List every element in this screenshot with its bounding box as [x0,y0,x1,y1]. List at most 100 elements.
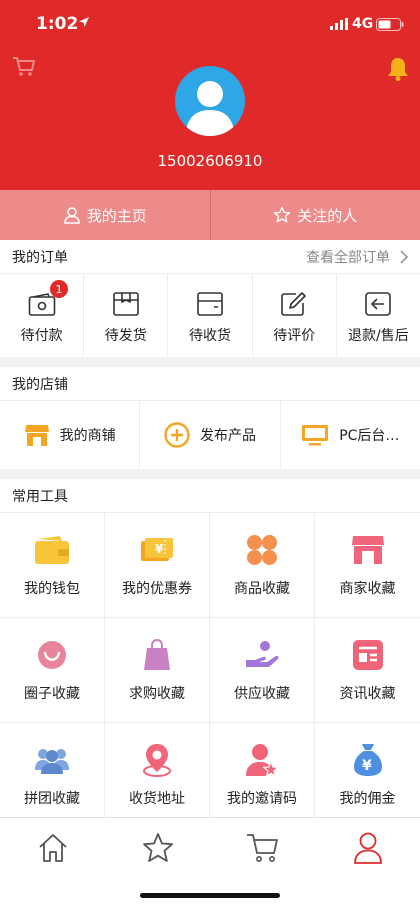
star-outline-icon [274,206,291,223]
storefront-icon [24,425,49,446]
tool-label: 供应收藏 [234,686,290,702]
shop-header: 我的店铺 [0,367,420,401]
order-label: 退款/售后 [348,327,409,344]
clover-icon [247,535,277,565]
tool-label: 收货地址 [129,791,185,807]
cart-icon [246,834,278,862]
default-avatar-icon [185,81,235,136]
tab-my-homepage[interactable]: 我的主页 [0,190,211,240]
section-title: 我的店铺 [12,376,68,393]
svg-text:¥: ¥ [362,758,372,774]
home-icon [38,834,67,862]
location-arrow-icon [79,17,89,27]
cart-icon[interactable] [12,56,36,78]
tool-news-favorites[interactable]: 资讯收藏 [315,618,420,723]
money-bag-icon: ¥ [353,744,382,776]
user-star-icon [246,744,279,777]
tool-circle-favorites[interactable]: 圈子收藏 [0,618,105,723]
my-store-button[interactable]: 我的商铺 [0,401,141,469]
tools-section: 常用工具 我的钱包 ¥ 我的优惠券 商品收藏 商家收藏 圈子收藏 求购收藏 供应… [0,479,420,828]
signal-icon [330,18,348,30]
orders-section: 我的订单 查看全部订单 1 待付款 待发货 待收货 待评价 退款/售后 [0,240,420,357]
tool-label: 资讯收藏 [339,686,396,702]
order-label: 待评价 [273,327,316,344]
view-all-orders-link[interactable]: 查看全部订单 [306,247,408,267]
plus-circle-icon [164,422,190,448]
shop-label: 我的商铺 [59,428,116,444]
user-icon [353,832,382,864]
tool-merchant-favorites[interactable]: 商家收藏 [315,513,420,618]
coupon-icon: ¥ [141,538,173,561]
tool-label: 我的优惠券 [122,581,192,597]
section-title: 我的订单 [12,249,68,266]
chevron-right-icon [400,249,408,264]
svg-text:¥: ¥ [155,542,164,556]
shop-label: 发布产品 [199,428,256,444]
view-all-label: 查看全部订单 [306,249,390,266]
status-time: 1:02 [36,14,79,34]
shop-label: PC后台… [339,428,400,444]
section-title: 常用工具 [12,488,68,505]
tool-groupbuy-favorites[interactable]: 拼团收藏 [0,723,105,828]
order-count-badge: 1 [50,280,68,298]
tool-label: 商家收藏 [339,581,396,597]
person-icon [63,207,80,224]
user-phone: 15002606910 [157,152,263,170]
box-open-icon [197,291,223,316]
tool-purchase-favorites[interactable]: 求购收藏 [105,618,210,723]
news-icon [352,640,383,670]
order-label: 待收货 [189,327,231,344]
tool-supply-favorites[interactable]: 供应收藏 [210,618,315,723]
package-icon [112,291,139,316]
tool-label: 我的邀请码 [227,791,297,807]
tool-coupons[interactable]: ¥ 我的优惠券 [105,513,210,618]
shop-section: 我的店铺 我的商铺 发布产品 PC后台… [0,367,420,469]
avatar[interactable] [175,66,245,136]
order-refund[interactable]: 退款/售后 [337,274,420,357]
order-label: 待发货 [104,327,147,344]
tool-product-favorites[interactable]: 商品收藏 [210,513,315,618]
order-pending-review[interactable]: 待评价 [253,274,337,357]
nav-profile[interactable] [315,818,420,910]
tool-commission[interactable]: ¥ 我的佣金 [315,723,420,828]
order-label: 待付款 [20,327,63,344]
star-icon [142,833,173,862]
hand-giving-icon [246,641,279,667]
tools-header: 常用工具 [0,479,420,513]
tool-label: 拼团收藏 [24,791,80,807]
tab-following[interactable]: 关注的人 [211,190,420,240]
pc-backend-button[interactable]: PC后台… [281,401,420,469]
tool-label: 我的钱包 [24,581,80,597]
order-pending-payment[interactable]: 1 待付款 [0,274,85,357]
tool-invite-code[interactable]: 我的邀请码 [210,723,315,828]
tool-label: 商品收藏 [234,581,290,597]
smile-icon [38,641,66,669]
tab-label: 我的主页 [86,206,147,225]
store-icon [351,536,384,564]
wallet-outline-icon [28,292,55,316]
order-pending-receipt[interactable]: 待收货 [168,274,253,357]
profile-header: 1:02 4G 15002606910 [0,0,420,190]
tool-label: 圈子收藏 [24,686,80,702]
battery-icon [376,18,404,31]
tool-shipping-address[interactable]: 收货地址 [105,723,210,828]
return-icon [365,291,392,316]
monitor-icon [302,425,329,446]
network-type: 4G [352,16,374,32]
shopping-bag-icon [144,639,170,670]
tab-label: 关注的人 [297,206,358,225]
edit-icon [281,291,307,316]
wallet-icon [35,536,69,564]
location-pin-icon [143,744,171,777]
status-bar: 1:02 4G [0,0,420,50]
orders-header: 我的订单 查看全部订单 [0,240,420,274]
group-icon [35,749,69,774]
profile-tabs: 我的主页 关注的人 [0,190,420,240]
publish-product-button[interactable]: 发布产品 [140,401,281,469]
nav-home[interactable] [0,818,105,910]
bell-icon[interactable] [386,56,410,82]
tool-wallet[interactable]: 我的钱包 [0,513,105,618]
tool-label: 我的佣金 [339,791,396,807]
order-pending-shipment[interactable]: 待发货 [84,274,169,357]
home-indicator [140,893,280,898]
